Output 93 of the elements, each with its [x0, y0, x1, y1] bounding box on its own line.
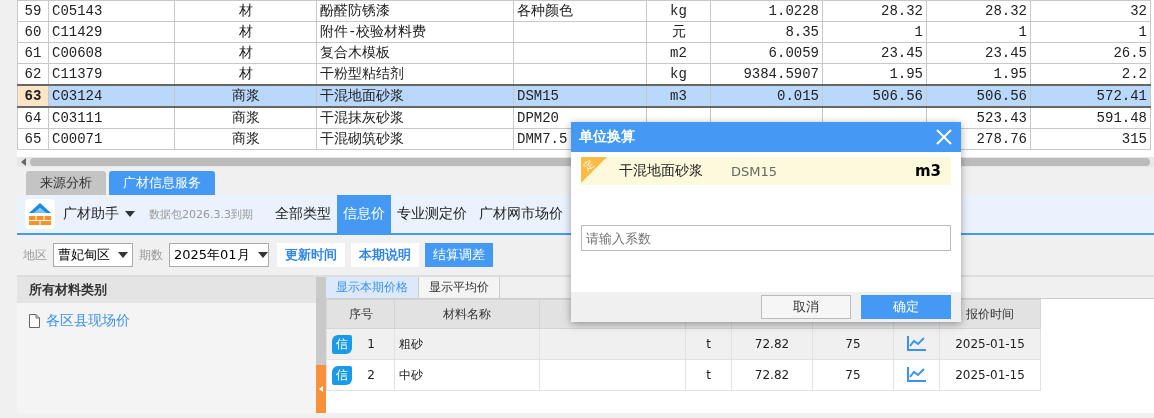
nav-tab[interactable]: 专业测定价 [391, 195, 473, 233]
table-cell: 75 [845, 337, 861, 351]
table-cell: 506.56 [822, 85, 927, 107]
quota-tag: 定 [581, 157, 609, 185]
table-cell: 1 [926, 21, 1031, 43]
table-cell: C11429 [48, 21, 175, 43]
view-tab[interactable]: 显示平均价 [419, 277, 500, 298]
collapse-handle[interactable] [316, 365, 326, 413]
table-cell: C03124 [48, 85, 175, 107]
column-header: 序号 [326, 299, 395, 329]
table-cell: 商浆 [174, 128, 317, 150]
table-cell: 商浆 [174, 85, 317, 107]
dialog-title: 单位换算 [579, 128, 635, 146]
info-badge: 信 [332, 334, 352, 354]
table-cell: 材 [174, 0, 317, 22]
field-label: 期数 [139, 246, 163, 264]
table-cell: 1 [1030, 21, 1151, 43]
table-cell: 复合木模板 [316, 42, 514, 64]
row-number[interactable]: 65 [17, 128, 49, 150]
cancel-button[interactable]: 取消 [761, 295, 851, 319]
table-cell: C03111 [48, 107, 175, 129]
filter-button[interactable]: 更新时间 [277, 243, 345, 267]
table-cell: 72.82 [754, 337, 790, 351]
table-cell: 0.015 [710, 85, 823, 107]
table-cell: 28.32 [822, 0, 927, 22]
app-name[interactable]: 广材助手 [63, 205, 119, 223]
table-cell: 酚醛防锈漆 [316, 0, 514, 22]
table-cell: t [706, 337, 711, 351]
table-cell: 2025-01-15 [955, 368, 1025, 382]
table-cell: 6.0059 [710, 42, 823, 64]
row-number[interactable]: 61 [17, 42, 49, 64]
logo-icon [25, 199, 55, 229]
table-cell: C00071 [48, 128, 175, 150]
table-cell: 干混抹灰砂浆 [316, 107, 514, 129]
table-cell: 23.45 [822, 42, 927, 64]
trend-chart-icon[interactable] [906, 334, 927, 351]
column-header: 材料名称 [394, 299, 540, 329]
table-cell: 中砂 [399, 367, 423, 382]
table-cell: 2 [367, 368, 375, 382]
table-cell: m3 [646, 85, 711, 107]
sidebar-header: 所有材料类别 [17, 277, 316, 303]
table-cell: 商浆 [174, 107, 317, 129]
table-cell: 附件-校验材料费 [316, 21, 514, 43]
row-number[interactable]: 63 [17, 85, 49, 107]
table-cell: 28.32 [926, 0, 1031, 22]
table-cell: 1 [822, 21, 927, 43]
period-dropdown[interactable]: 2025年01月 [169, 243, 269, 267]
table-cell: t [706, 368, 711, 382]
row-number[interactable]: 64 [17, 107, 49, 129]
coefficient-input[interactable]: 请输入系数 [581, 225, 951, 251]
table-cell: 572.41 [1030, 85, 1151, 107]
nav-tab[interactable]: 广材网市场价 [473, 195, 569, 233]
table-cell: 各种颜色 [513, 0, 647, 22]
table-cell: m2 [646, 42, 711, 64]
table-cell: 315 [1030, 128, 1151, 150]
nav-tab[interactable]: 全部类型 [269, 195, 337, 233]
table-cell: C05143 [48, 0, 175, 22]
material-spec: DSM15 [731, 163, 779, 179]
table-cell: C00608 [48, 42, 175, 64]
table-cell: 72.82 [754, 368, 790, 382]
trend-chart-icon[interactable] [906, 365, 927, 382]
filter-button[interactable]: 本期说明 [351, 243, 419, 267]
material-unit: m3 [914, 162, 941, 180]
info-badge: 信 [332, 365, 352, 385]
table-cell: 2025-01-15 [955, 337, 1025, 351]
table-cell: 元 [646, 21, 711, 43]
field-label: 地区 [23, 246, 47, 264]
row-number[interactable]: 62 [17, 63, 49, 85]
table-cell: 材 [174, 42, 317, 64]
table-cell: 干混地面砂浆 [316, 85, 514, 107]
region-dropdown[interactable]: 曹妃甸区 [53, 243, 133, 267]
table-cell: 75 [845, 368, 861, 382]
row-number[interactable]: 59 [17, 0, 49, 22]
panel-tab[interactable]: 来源分析 [26, 171, 106, 195]
table-cell: 8.35 [710, 21, 823, 43]
material-name: 干混地面砂浆 [619, 162, 704, 180]
close-icon[interactable] [935, 128, 953, 146]
document-icon [29, 314, 40, 328]
table-cell: 材 [174, 21, 317, 43]
table-cell: 干混砌筑砂浆 [316, 128, 514, 150]
row-number[interactable]: 60 [17, 21, 49, 43]
table-cell: 32 [1030, 0, 1151, 22]
table-cell: kg [646, 0, 711, 22]
table-cell: 粗砂 [399, 336, 423, 351]
table-cell: 26.5 [1030, 42, 1151, 64]
caret-icon[interactable] [125, 211, 135, 217]
table-cell: 1 [367, 337, 375, 351]
table-cell: 591.48 [1030, 107, 1151, 129]
table-cell: 23.45 [926, 42, 1031, 64]
table-cell: DSM15 [513, 85, 647, 107]
table-cell: 1.0228 [710, 0, 823, 22]
expiry-text: 数据包2026.3.3到期 [149, 206, 253, 222]
table-cell: 506.56 [926, 85, 1031, 107]
